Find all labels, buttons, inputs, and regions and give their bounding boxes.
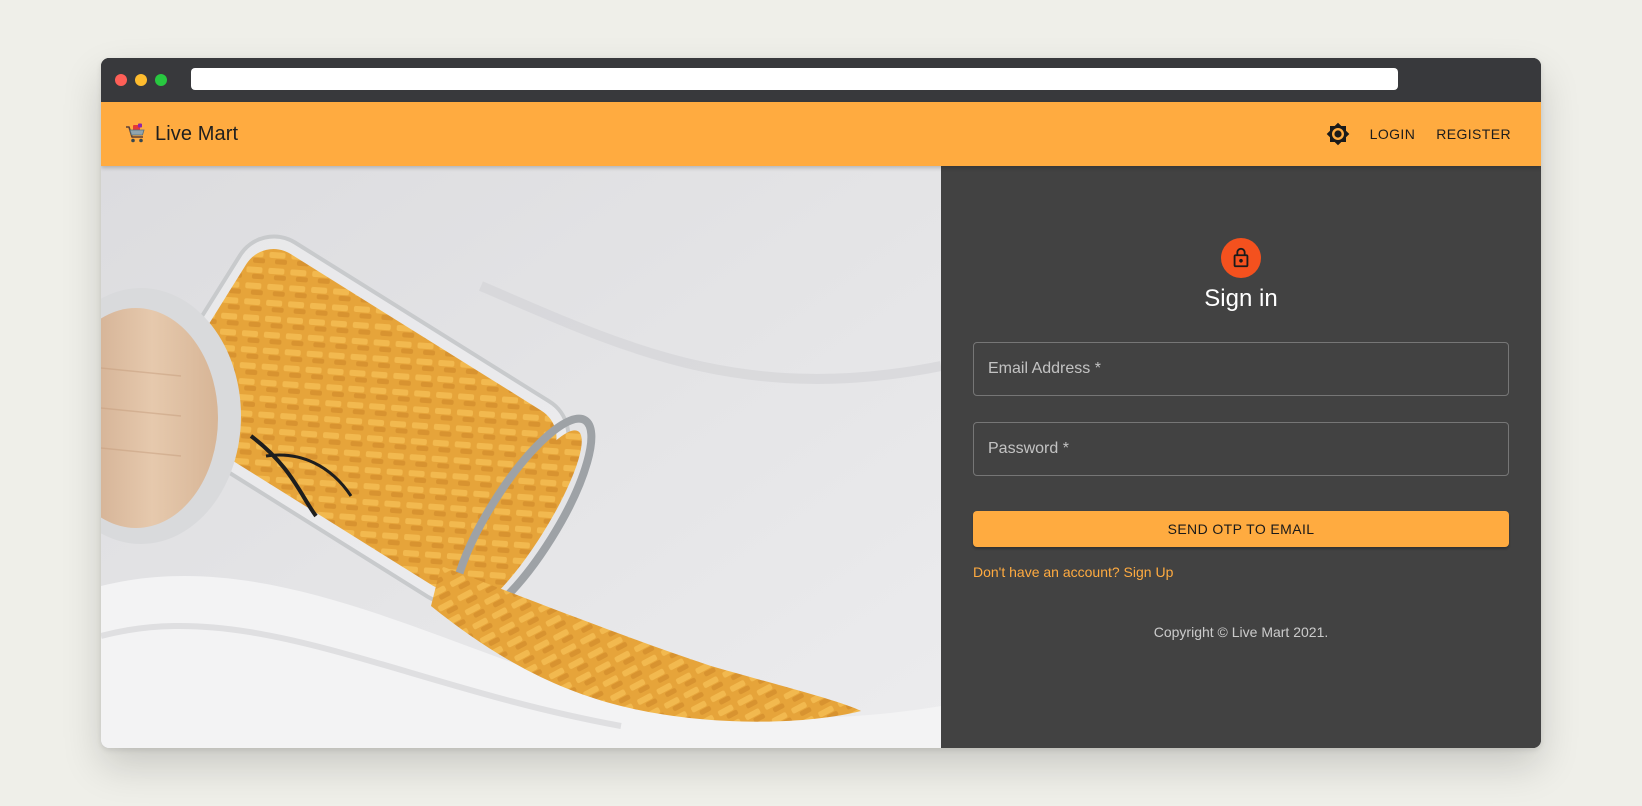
brightness-icon	[1326, 122, 1349, 146]
email-label: Email Address *	[988, 360, 1101, 377]
password-field[interactable]: Password *	[973, 422, 1509, 476]
login-link[interactable]: LOGIN	[1370, 120, 1416, 148]
brand[interactable]: Live Mart	[125, 102, 238, 166]
theme-toggle-button[interactable]	[1325, 121, 1351, 147]
lock-avatar	[1221, 238, 1261, 278]
register-link[interactable]: REGISTER	[1436, 120, 1511, 148]
send-otp-button[interactable]: SEND OTP TO EMAIL	[973, 511, 1509, 547]
password-label: Password *	[988, 440, 1069, 457]
signin-title: Sign in	[1204, 285, 1278, 312]
pasta-jar-image	[101, 166, 941, 748]
minimize-window-button[interactable]	[135, 74, 147, 86]
maximize-window-button[interactable]	[155, 74, 167, 86]
signup-link[interactable]: Don't have an account? Sign Up	[973, 564, 1173, 580]
copyright-text: Copyright © Live Mart 2021.	[1153, 624, 1329, 640]
browser-titlebar	[101, 58, 1541, 102]
address-bar[interactable]	[191, 68, 1398, 90]
brand-name: Live Mart	[155, 122, 239, 145]
email-field[interactable]: Email Address *	[973, 342, 1509, 396]
hero-image	[101, 166, 941, 748]
nav-actions: LOGIN REGISTER	[1325, 102, 1511, 166]
lock-icon	[1233, 247, 1249, 268]
app-bar: Live Mart LOGIN REGISTER	[101, 102, 1541, 166]
signin-panel: Sign in Email Address * Password * SEND …	[941, 166, 1541, 748]
browser-window: Live Mart LOGIN REGISTER Sign in Email A…	[101, 58, 1541, 748]
shopping-cart-icon	[126, 123, 145, 143]
close-window-button[interactable]	[115, 74, 127, 86]
